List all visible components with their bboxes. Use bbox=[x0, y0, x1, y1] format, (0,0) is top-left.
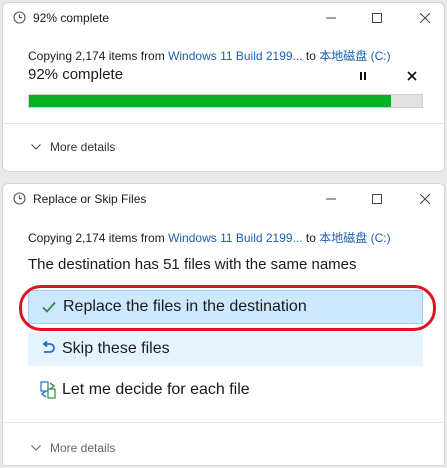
conflict-message: The destination has 51 files with the sa… bbox=[28, 256, 357, 273]
source-link[interactable]: Windows 11 Build 2199... bbox=[168, 49, 303, 63]
check-icon bbox=[39, 297, 59, 317]
pause-button[interactable] bbox=[355, 68, 371, 84]
window-title: Replace or Skip Files bbox=[33, 192, 147, 206]
title-bar[interactable]: 92% complete bbox=[3, 3, 444, 33]
copy-status-line: Copying 2,174 items from Windows 11 Buil… bbox=[28, 47, 391, 64]
copy-progress-dialog: 92% complete Copying 2,174 items from Wi… bbox=[2, 2, 445, 172]
cancel-button[interactable] bbox=[404, 68, 420, 84]
close-button[interactable] bbox=[414, 188, 436, 210]
progress-bar bbox=[28, 94, 423, 108]
skip-files-label: Skip these files bbox=[62, 340, 170, 357]
replace-or-skip-dialog: Replace or Skip Files Copying 2,174 item… bbox=[2, 183, 445, 466]
close-icon bbox=[420, 13, 430, 23]
chevron-down-icon bbox=[31, 445, 41, 451]
window-title: 92% complete bbox=[33, 11, 110, 25]
clock-icon bbox=[13, 192, 26, 205]
skip-files-option[interactable]: Skip these files bbox=[28, 332, 423, 366]
more-details-toggle[interactable]: More details bbox=[31, 441, 115, 455]
destination-link[interactable]: 本地磁盘 (C:) bbox=[319, 49, 390, 63]
chevron-down-icon bbox=[31, 144, 41, 150]
copy-prefix: Copying 2,174 items from bbox=[28, 231, 169, 245]
close-button[interactable] bbox=[414, 7, 436, 29]
progress-fill bbox=[29, 95, 391, 107]
to-word: to bbox=[302, 231, 320, 245]
pause-icon bbox=[360, 72, 366, 80]
maximize-button[interactable] bbox=[366, 188, 388, 210]
maximize-icon bbox=[372, 13, 382, 23]
to-word: to bbox=[302, 49, 320, 63]
more-details-toggle[interactable]: More details bbox=[31, 140, 115, 154]
maximize-button[interactable] bbox=[366, 7, 388, 29]
destination-link[interactable]: 本地磁盘 (C:) bbox=[319, 231, 390, 245]
minimize-button[interactable] bbox=[320, 188, 342, 210]
replace-files-option[interactable]: Replace the files in the destination bbox=[28, 290, 423, 324]
clock-icon bbox=[13, 11, 26, 24]
copy-prefix: Copying 2,174 items from bbox=[28, 49, 169, 63]
decide-each-file-option[interactable]: Let me decide for each file bbox=[28, 373, 423, 407]
decide-icon bbox=[38, 380, 58, 400]
minimize-button[interactable] bbox=[320, 7, 342, 29]
decide-each-file-label: Let me decide for each file bbox=[62, 381, 250, 398]
divider bbox=[3, 123, 444, 124]
skip-icon bbox=[38, 339, 58, 359]
copy-status-line: Copying 2,174 items from Windows 11 Buil… bbox=[28, 229, 391, 246]
percent-complete: 92% complete bbox=[28, 66, 124, 83]
close-icon bbox=[420, 194, 430, 204]
replace-files-label: Replace the files in the destination bbox=[63, 298, 307, 315]
maximize-icon bbox=[372, 194, 382, 204]
minimize-icon bbox=[326, 17, 336, 19]
minimize-icon bbox=[326, 198, 336, 200]
title-bar[interactable]: Replace or Skip Files bbox=[3, 184, 444, 214]
divider bbox=[3, 422, 444, 423]
more-details-label: More details bbox=[50, 140, 116, 154]
more-details-label: More details bbox=[50, 441, 116, 455]
close-icon bbox=[407, 71, 417, 81]
source-link[interactable]: Windows 11 Build 2199... bbox=[168, 231, 303, 245]
